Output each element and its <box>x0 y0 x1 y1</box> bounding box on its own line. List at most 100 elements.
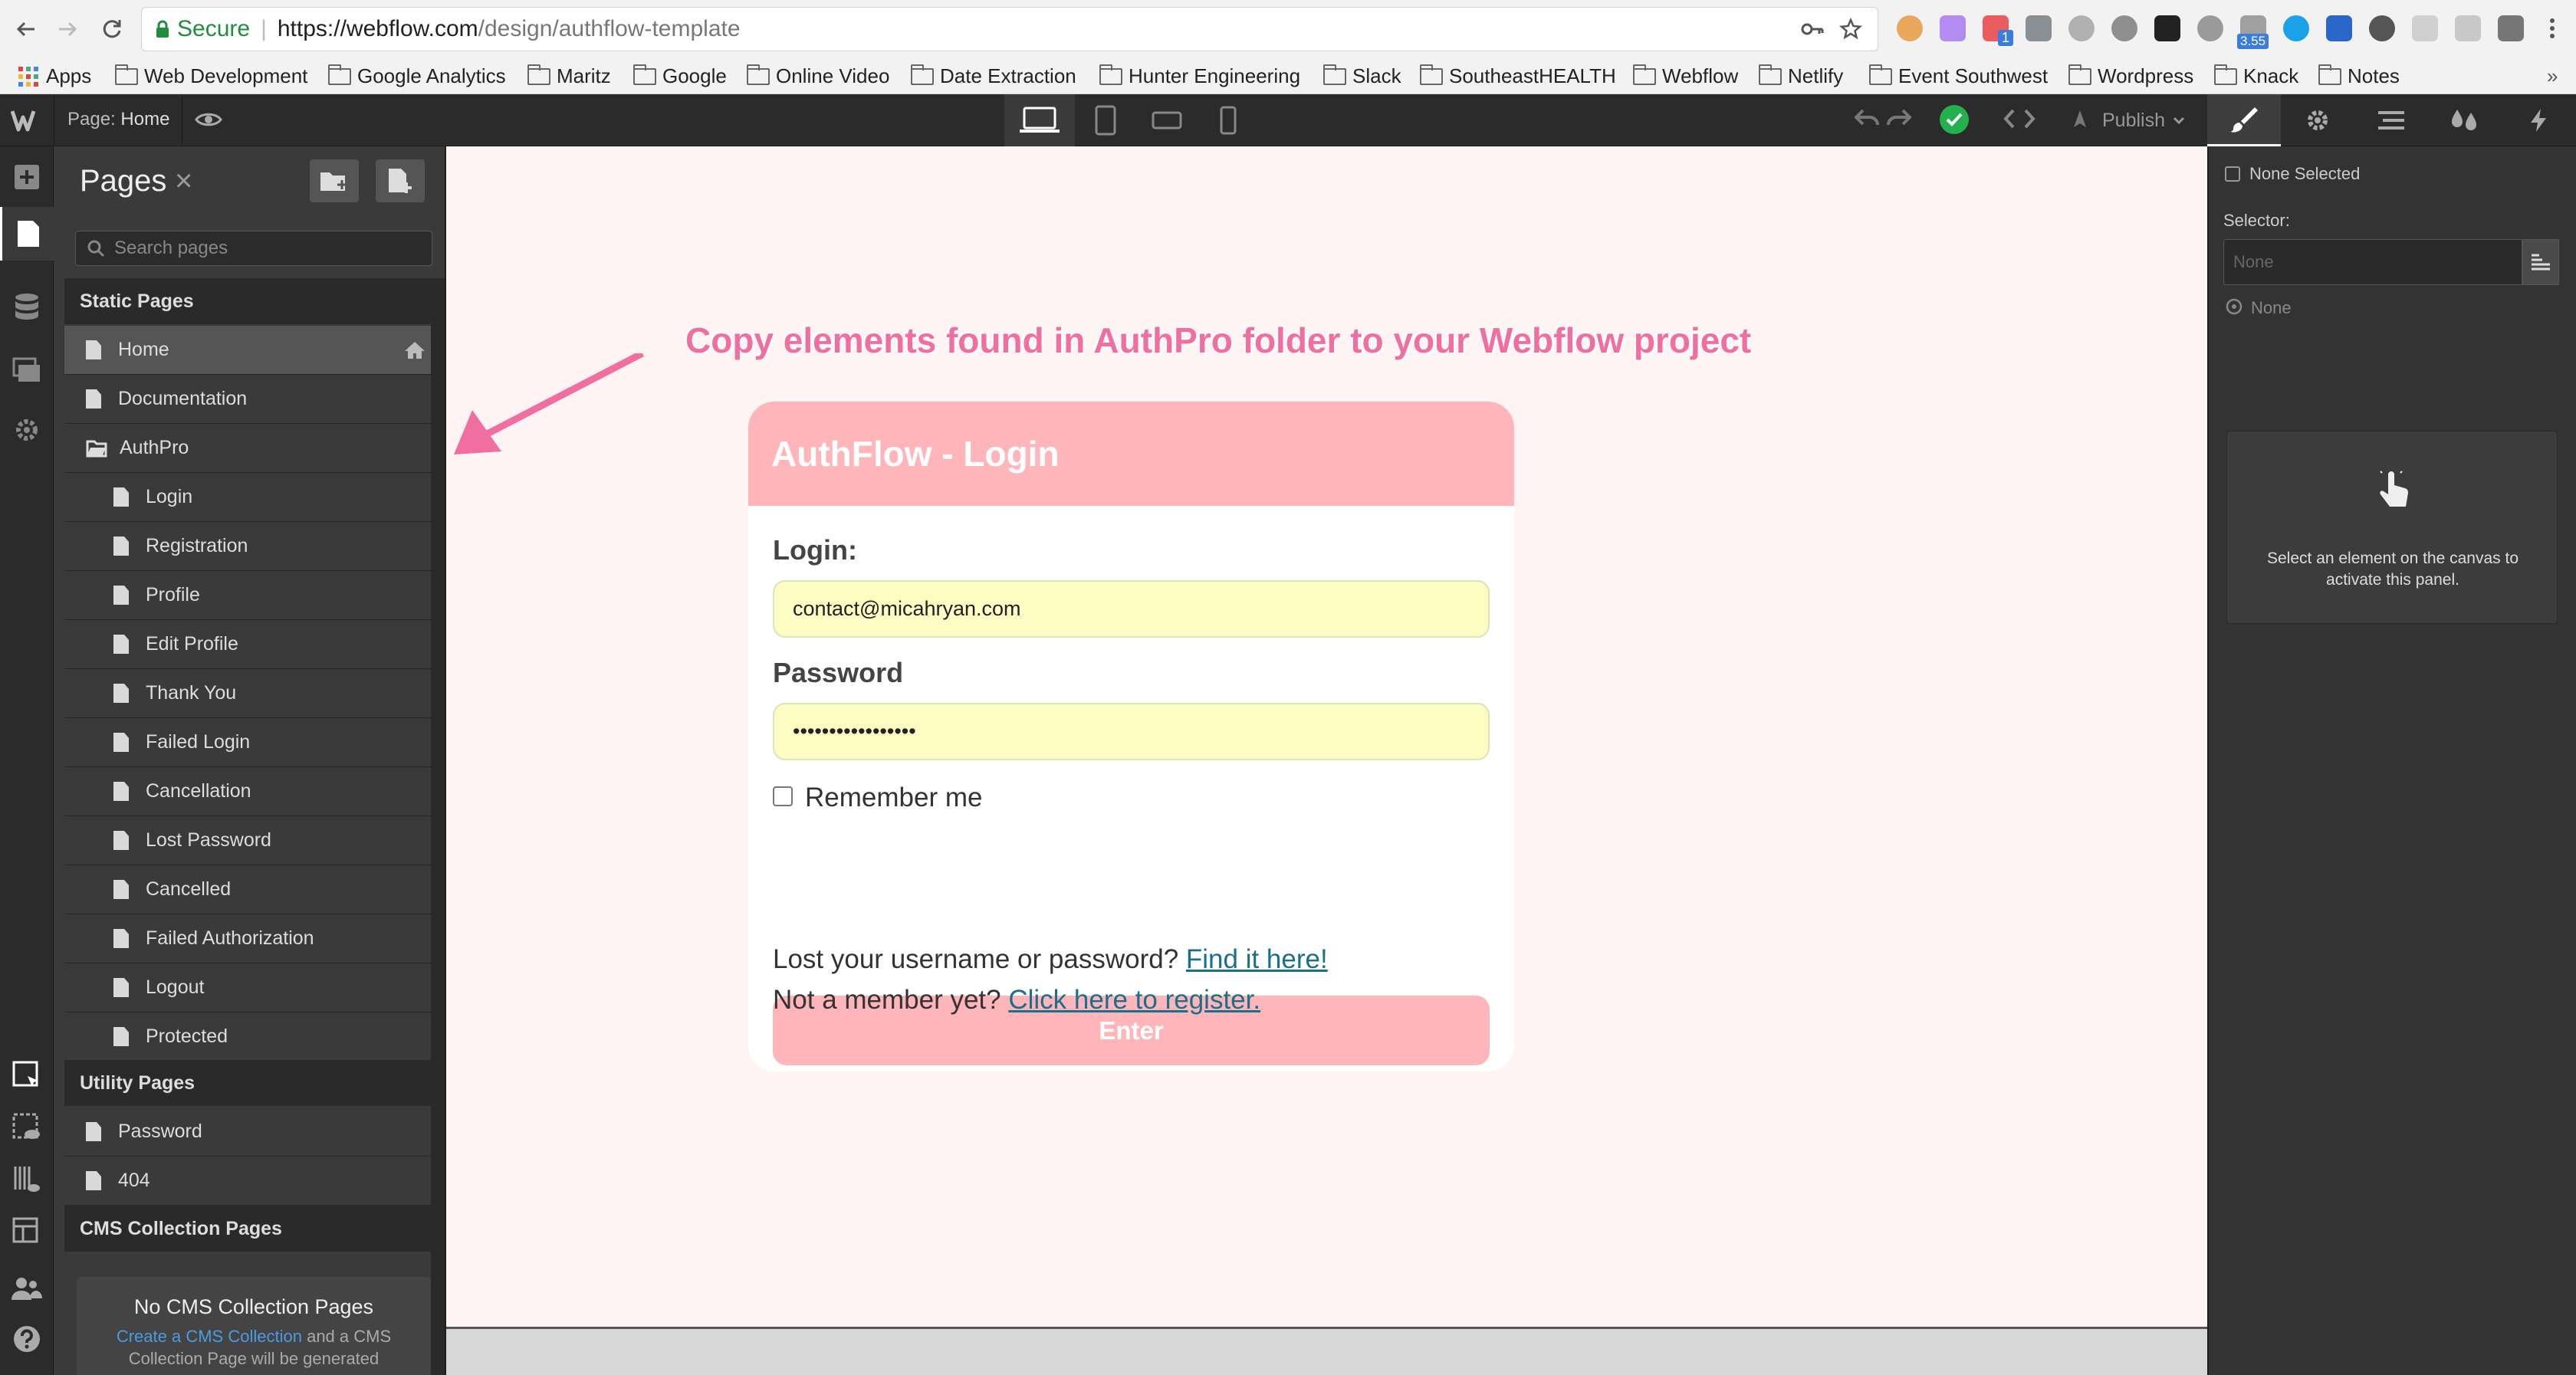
state-target-icon[interactable] <box>2225 297 2243 316</box>
password-input[interactable]: ••••••••••••••••• <box>773 703 1490 760</box>
address-bar[interactable]: Secure | https://webflow.com /design/aut… <box>141 7 1878 51</box>
cloud-extension-icon[interactable] <box>2068 15 2095 41</box>
key-icon[interactable] <box>1801 21 1824 37</box>
wifi-extension-icon[interactable]: 3.55 <box>2237 15 2269 49</box>
cms-database-icon[interactable] <box>11 291 43 323</box>
add-folder-button[interactable] <box>310 159 359 202</box>
bookmark-folder[interactable]: Date Extraction <box>911 58 1076 94</box>
create-cms-collection-link[interactable]: Create a CMS Collection <box>117 1327 302 1346</box>
collaborators-icon[interactable] <box>11 1272 43 1304</box>
settings-gear-icon[interactable] <box>2281 94 2354 146</box>
page-row-home[interactable]: Home <box>64 326 432 375</box>
page-row-cancellation[interactable]: Cancellation <box>64 767 432 816</box>
page-row-cancelled[interactable]: Cancelled <box>64 865 432 914</box>
tablet-breakpoint-icon[interactable] <box>1075 94 1136 146</box>
reload-icon[interactable] <box>97 14 127 44</box>
page-row-login[interactable]: Login <box>64 473 432 522</box>
mobile-landscape-breakpoint-icon[interactable] <box>1136 94 1198 146</box>
design-canvas[interactable]: Copy elements found in AuthPro folder to… <box>446 146 2207 1327</box>
layout-preview-icon[interactable] <box>11 1216 43 1248</box>
guides-icon[interactable] <box>11 1163 43 1196</box>
style-brush-icon[interactable] <box>2207 94 2281 146</box>
search-pages-field[interactable]: Search pages <box>75 231 432 266</box>
register-link[interactable]: Click here to register. <box>1008 985 1260 1015</box>
code-extension-icon[interactable] <box>2026 15 2052 41</box>
back-icon[interactable] <box>11 14 41 44</box>
page-row-protected[interactable]: Protected <box>64 1012 432 1062</box>
page-row-password[interactable]: Password <box>64 1108 432 1157</box>
link-extension-icon[interactable] <box>2455 15 2481 41</box>
project-settings-icon[interactable] <box>11 414 43 446</box>
bookmark-folder[interactable]: Netlify <box>1759 58 1843 94</box>
mobile-portrait-breakpoint-icon[interactable] <box>1198 94 1259 146</box>
desktop-breakpoint-icon[interactable] <box>1004 94 1075 146</box>
bookmark-folder[interactable]: Slack <box>1323 58 1401 94</box>
utility-pages-header[interactable]: Utility Pages <box>64 1060 432 1106</box>
webflow-logo-icon[interactable] <box>11 105 44 136</box>
preview-outline-icon[interactable] <box>11 1111 43 1144</box>
page-row-thank-you[interactable]: Thank You <box>64 669 432 718</box>
pages-tab-active[interactable] <box>0 207 54 261</box>
chat-extension-icon[interactable] <box>2412 15 2438 41</box>
bulb-extension-icon[interactable] <box>2498 15 2524 41</box>
bookmark-folder[interactable]: Online Video <box>747 58 889 94</box>
bookmark-folder[interactable]: Wordpress <box>2068 58 2193 94</box>
navigator-icon[interactable] <box>2354 94 2428 146</box>
bookmark-folder[interactable]: Knack <box>2214 58 2298 94</box>
undo-icon[interactable] <box>1854 107 1880 130</box>
bookmark-folder[interactable]: Web Development <box>115 58 307 94</box>
selector-menu-button[interactable] <box>2522 239 2559 285</box>
diamond-extension-icon[interactable] <box>2283 15 2309 41</box>
static-pages-header[interactable]: Static Pages <box>64 278 432 324</box>
page-row-failed-authorization[interactable]: Failed Authorization <box>64 914 432 963</box>
select-box-icon[interactable] <box>11 1059 43 1091</box>
cookie-extension-icon[interactable] <box>1897 15 1923 41</box>
bookmark-folder[interactable]: Webflow <box>1633 58 1738 94</box>
add-elements-icon[interactable] <box>11 161 43 193</box>
bookmark-folder[interactable]: Google Analytics <box>328 58 506 94</box>
find-it-here-link[interactable]: Find it here! <box>1186 944 1328 974</box>
page-row-lost-password[interactable]: Lost Password <box>64 816 432 865</box>
settings-extension-icon[interactable] <box>2111 15 2137 41</box>
preview-eye-icon[interactable] <box>195 108 222 131</box>
page-row-edit-profile[interactable]: Edit Profile <box>64 620 432 669</box>
page-row-registration[interactable]: Registration <box>64 522 432 571</box>
bookmarks-overflow[interactable]: » <box>2547 58 2558 94</box>
remember-checkbox[interactable] <box>773 786 793 806</box>
page-row-logout[interactable]: Logout <box>64 963 432 1012</box>
current-page-indicator[interactable]: Page: Home <box>67 109 169 130</box>
folder-row-authpro[interactable]: AuthPro <box>64 424 432 473</box>
bookmark-folder[interactable]: Maritz <box>527 58 611 94</box>
interactions-lightning-icon[interactable] <box>2502 94 2575 146</box>
login-input[interactable]: contact@micahryan.com <box>773 580 1490 638</box>
forward-icon[interactable] <box>52 14 83 44</box>
redo-icon[interactable] <box>1886 107 1912 130</box>
style-manager-drops-icon[interactable] <box>2428 94 2502 146</box>
pages-scrollbar-track[interactable] <box>431 278 445 1375</box>
assets-images-icon[interactable] <box>11 354 43 386</box>
page-row-failed-login[interactable]: Failed Login <box>64 718 432 767</box>
publish-button[interactable]: Publish <box>2055 94 2210 146</box>
help-icon[interactable] <box>11 1323 43 1355</box>
code-export-icon[interactable] <box>2003 107 2036 130</box>
page-row-documentation[interactable]: Documentation <box>64 375 432 424</box>
bookmark-folder[interactable]: SoutheastHEALTH <box>1420 58 1616 94</box>
cms-pages-header[interactable]: CMS Collection Pages <box>64 1206 432 1252</box>
color-extension-icon[interactable] <box>1940 15 1966 41</box>
bookmark-folder[interactable]: Google <box>633 58 727 94</box>
page-row-profile[interactable]: Profile <box>64 571 432 620</box>
bookmark-folder[interactable]: Hunter Engineering <box>1099 58 1300 94</box>
none-selected-checkbox[interactable] <box>2225 166 2240 182</box>
info-extension-icon[interactable] <box>2369 15 2395 41</box>
shapes-extension-icon[interactable]: 1 <box>1983 15 2013 46</box>
timer-extension-icon[interactable] <box>2197 15 2223 41</box>
close-icon[interactable]: × <box>175 164 192 199</box>
bookmark-folder[interactable]: Event Southwest <box>1869 58 2048 94</box>
bookmark-apps[interactable]: Apps <box>18 58 91 94</box>
add-page-button[interactable] <box>376 159 425 202</box>
page-row-404[interactable]: 404 <box>64 1157 432 1206</box>
bookmark-folder[interactable]: Notes <box>2318 58 2400 94</box>
w-extension-icon[interactable] <box>2326 15 2352 41</box>
star-icon[interactable] <box>1839 18 1862 41</box>
grid-extension-icon[interactable] <box>2154 15 2180 41</box>
